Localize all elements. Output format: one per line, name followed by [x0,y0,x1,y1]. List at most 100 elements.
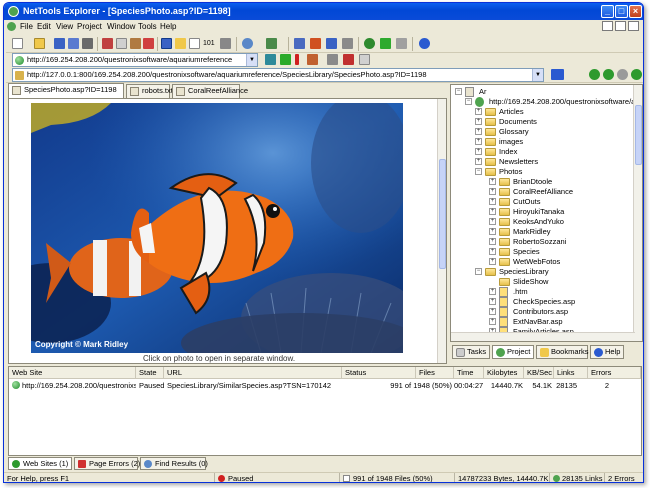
page-url-combo[interactable]: http://127.0.0.1:800/169.254.208.200/que… [12,68,544,82]
open-folder-icon[interactable] [34,38,45,49]
minimize-button[interactable]: _ [601,5,614,18]
column-header-kilobytes[interactable]: Kilobytes [484,367,524,379]
copy-icon[interactable] [116,38,127,49]
column-header-files[interactable]: Files [416,367,454,379]
save-icon[interactable] [54,38,65,49]
expand-icon[interactable]: + [489,228,496,235]
collapse-icon[interactable]: − [465,98,472,105]
collapse-icon[interactable]: − [455,88,462,95]
tab-help[interactable]: Help [590,345,624,359]
column-header-status[interactable]: Status [342,367,416,379]
menu-window[interactable]: Window [107,22,135,31]
expand-icon[interactable]: + [489,248,496,255]
expand-icon[interactable]: + [489,178,496,185]
mdi-minimize-button[interactable] [602,21,613,31]
tab-project[interactable]: Project [492,345,534,359]
expand-icon[interactable]: + [489,198,496,205]
clownfish-photo[interactable]: Copyright © Mark Ridley [31,103,403,353]
view-source-icon[interactable] [189,38,200,49]
expand-icon[interactable]: + [489,308,496,315]
delete-icon[interactable] [143,38,154,49]
stop-icon[interactable] [343,54,354,65]
expand-icon[interactable]: + [489,188,496,195]
forward-icon[interactable] [603,69,614,80]
menu-project[interactable]: Project [77,22,102,31]
reload-icon[interactable] [631,69,642,80]
column-header-links[interactable]: Links [554,367,588,379]
expand-icon[interactable]: + [489,238,496,245]
find-icon[interactable] [242,38,253,49]
binary-view-icon[interactable]: 101 [203,38,217,49]
go-site-icon[interactable] [265,54,276,65]
view-details-icon[interactable] [220,38,231,49]
menu-help[interactable]: Help [160,22,176,31]
tools-icon[interactable] [307,54,318,65]
document-icon[interactable] [7,22,16,31]
expand-icon[interactable]: + [475,118,482,125]
title-bar[interactable]: NetTools Explorer - [SpeciesPhoto.asp?ID… [4,3,643,20]
close-button[interactable]: × [629,5,642,18]
scroll-thumb[interactable] [635,105,642,165]
expand-icon[interactable]: + [475,148,482,155]
tab-bookmarks[interactable]: Bookmarks [536,345,589,359]
column-header-kbsec[interactable]: KB/Sec [524,367,554,379]
collapse-icon[interactable]: − [475,168,482,175]
menu-edit[interactable]: Edit [37,22,51,31]
document-scrollbar[interactable] [437,99,446,363]
view-page-icon[interactable] [161,38,172,49]
collapse-icon[interactable]: − [475,268,482,275]
expand-icon[interactable]: + [489,258,496,265]
tab-species-photo[interactable]: SpeciesPhoto.asp?ID=1198 [8,83,124,98]
tab-tasks[interactable]: Tasks [452,345,490,359]
expand-icon[interactable]: + [475,158,482,165]
column-header-web-site[interactable]: Web Site [9,367,136,379]
expand-icon[interactable]: + [489,318,496,325]
menu-tools[interactable]: Tools [138,22,157,31]
settings-icon[interactable] [342,38,353,49]
mdi-close-button[interactable] [628,21,639,31]
maximize-button[interactable]: □ [615,5,628,18]
save-all-icon[interactable] [68,38,79,49]
new-file-icon[interactable] [12,38,23,49]
pause-icon[interactable] [396,38,407,49]
column-header-errors[interactable]: Errors [588,367,641,379]
menu-view[interactable]: View [56,22,73,31]
check-links-icon[interactable] [266,38,277,49]
stop-nav-icon[interactable] [617,69,628,80]
tab-find-results[interactable]: Find Results (0) [140,457,208,470]
refresh-icon[interactable] [364,38,375,49]
add-icon[interactable] [280,54,291,65]
mdi-restore-button[interactable] [615,21,626,31]
sitemap-icon[interactable] [294,38,305,49]
tab-page-errors[interactable]: Page Errors (2) [74,457,140,470]
column-header-state[interactable]: State [136,367,164,379]
expand-icon[interactable]: + [489,298,496,305]
tree-horizontal-scrollbar[interactable] [451,332,635,341]
report-icon[interactable] [326,38,337,49]
play-icon[interactable] [380,38,391,49]
back-icon[interactable] [589,69,600,80]
site-url-combo[interactable]: http://169.254.208.200/questronixsoftwar… [12,53,258,67]
print-icon[interactable] [82,38,93,49]
expand-icon[interactable]: + [475,138,482,145]
help-icon[interactable] [419,38,430,49]
alert-icon[interactable] [295,54,299,65]
expand-icon[interactable]: + [489,218,496,225]
menu-file[interactable]: File [20,22,33,31]
paste-icon[interactable] [130,38,141,49]
expand-icon[interactable]: + [475,128,482,135]
expand-icon[interactable]: + [475,108,482,115]
tab-robots[interactable]: robots.txt [126,84,173,98]
view-folder-icon[interactable] [175,38,186,49]
scroll-thumb[interactable] [439,159,446,269]
expand-icon[interactable]: + [489,288,496,295]
expand-icon[interactable]: + [489,208,496,215]
column-header-time[interactable]: Time [454,367,484,379]
navigate-go-icon[interactable] [551,69,564,80]
cut-icon[interactable] [102,38,113,49]
properties-icon[interactable] [327,54,338,65]
page-icon[interactable] [359,54,370,65]
tab-coral-reef[interactable]: CoralReefAlliance [172,84,248,98]
column-header-url[interactable]: URL [164,367,342,379]
chevron-down-icon[interactable]: ▼ [532,69,543,81]
